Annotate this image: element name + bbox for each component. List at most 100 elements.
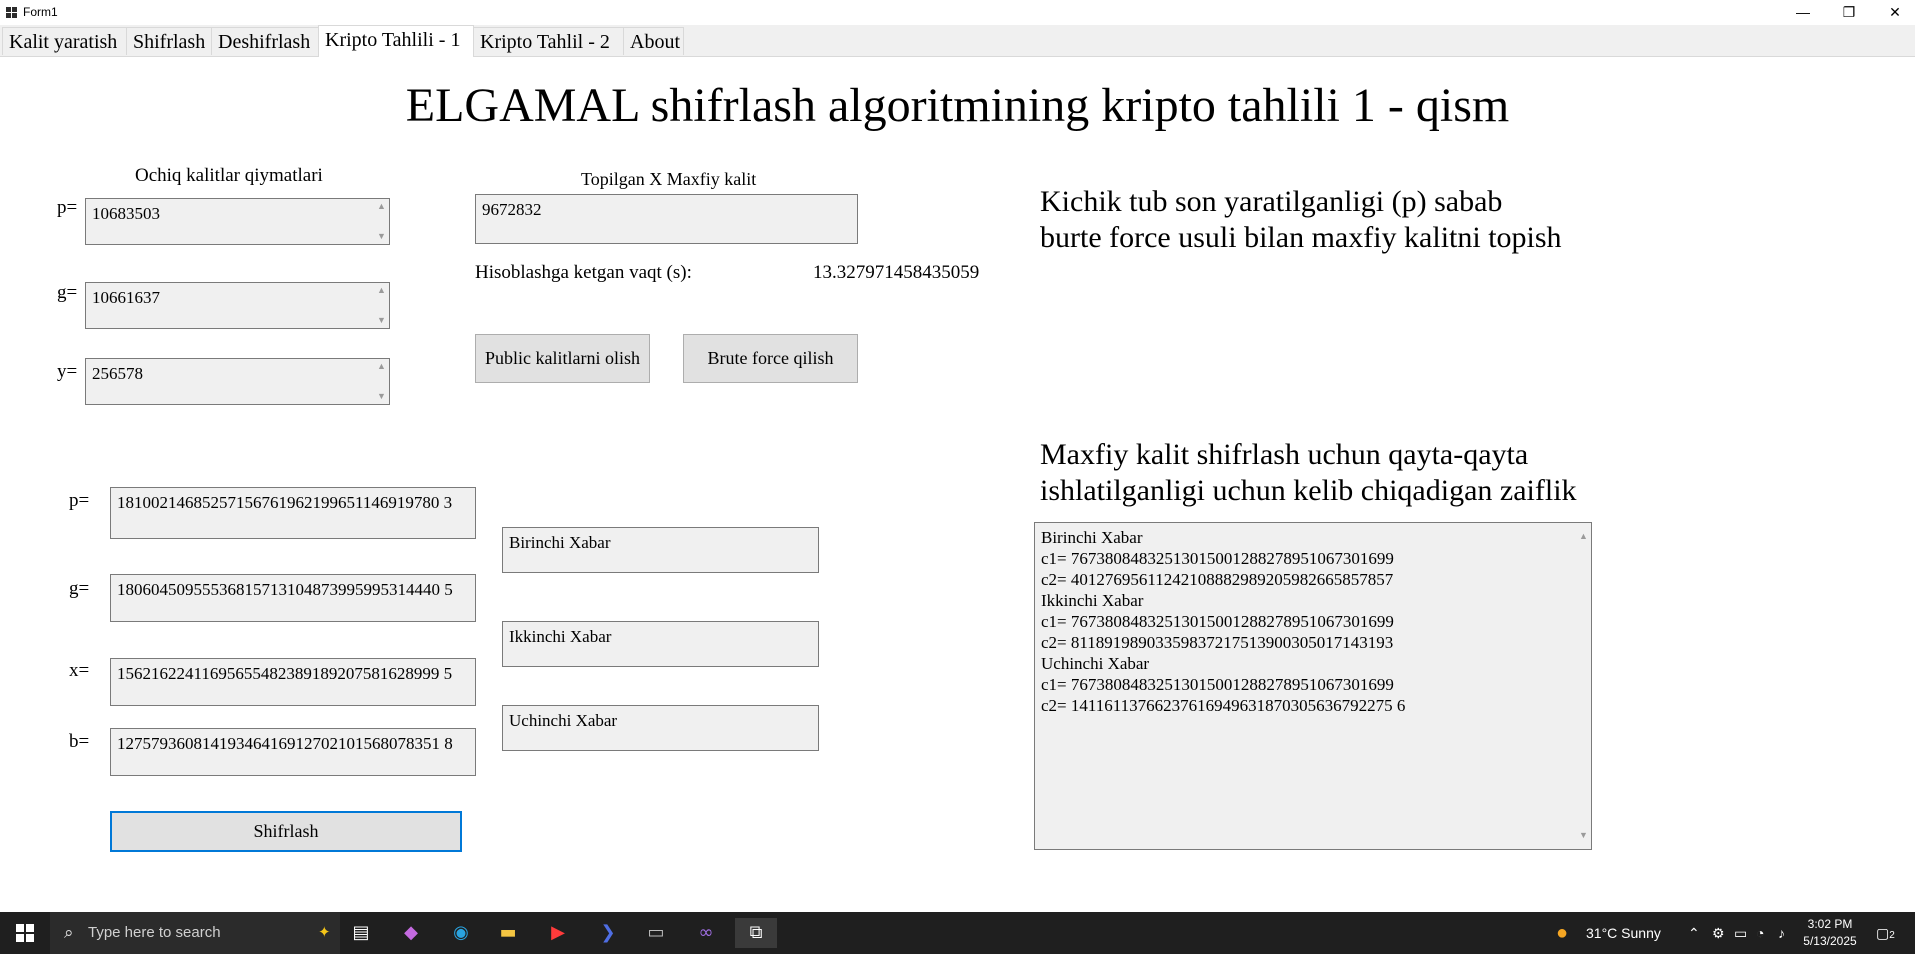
note-key-reuse-line2: ishlatilganligi uchun kelib chiqadigan z… (1040, 474, 1577, 507)
tab-kripto-tahlili-1[interactable]: Kripto Tahlili - 1 (318, 25, 474, 57)
weather-icon[interactable]: ● (1556, 912, 1568, 954)
param-g-label: g= (69, 578, 90, 599)
output-line: c2= 141161137662376169496318703056367922… (1041, 696, 1406, 715)
param-b-label: b= (69, 731, 90, 752)
tab-kripto-tahlil-2[interactable]: Kripto Tahlil - 2 (473, 27, 624, 55)
clock-time: 3:02 PM (1807, 917, 1853, 931)
public-y-field[interactable]: 256578 ▲ ▼ (85, 358, 390, 405)
public-p-value: 10683503 (92, 204, 160, 223)
visual-studio-icon[interactable]: ∞ (690, 918, 722, 948)
form-app-icon[interactable]: ⧉ (735, 918, 777, 948)
taskbar: ⌕ Type here to search ✦ ▤ ◆ ◉ ▬ ▶ ❯ ▭ ∞ … (0, 912, 1915, 954)
minimize-button[interactable]: — (1780, 0, 1826, 25)
g-label: g= (57, 282, 78, 303)
y-label: y= (57, 361, 78, 382)
found-key-title: Topilgan X Maxfiy kalit (581, 169, 757, 189)
task-view-icon[interactable]: ▤ (345, 918, 377, 948)
message-first-value: Birinchi Xabar (509, 533, 611, 552)
public-g-field[interactable]: 10661637 ▲ ▼ (85, 282, 390, 329)
found-key-value: 9672832 (482, 200, 542, 219)
telegram-icon[interactable]: ◉ (445, 918, 477, 948)
scroll-up-icon: ▲ (377, 201, 386, 211)
file-explorer-icon[interactable]: ▬ (492, 918, 524, 948)
output-line: c2= 401276956112421088829892059826658578… (1041, 570, 1394, 589)
param-p-field[interactable]: 18100214685257156761962199651146919780 3 (110, 487, 476, 539)
battery-icon[interactable]: ▭ (1734, 912, 1747, 954)
volume-icon[interactable]: ♪ (1778, 912, 1785, 954)
time-label: Hisoblashga ketgan vaqt (s): (475, 262, 692, 283)
note-small-prime-line2: burte force usuli bilan maxfiy kalitni t… (1040, 221, 1562, 254)
y-scroll[interactable]: ▲ ▼ (376, 362, 386, 401)
scroll-down-icon: ▼ (377, 391, 386, 401)
encrypt-button[interactable]: Shifrlash (110, 811, 462, 852)
public-p-field[interactable]: 10683503 ▲ ▼ (85, 198, 390, 245)
g-scroll[interactable]: ▲ ▼ (376, 286, 386, 325)
p-scroll[interactable]: ▲ ▼ (376, 202, 386, 241)
tray-chevron-icon[interactable]: ⌃ (1688, 912, 1700, 954)
clock[interactable]: 3:02 PM 5/13/2025 (1800, 916, 1860, 950)
param-g-value: 18060450955536815713104873995995314440 5 (117, 580, 453, 599)
param-b-value: 12757936081419346416912702101568078351 8 (117, 734, 453, 753)
found-key-field[interactable]: 9672832 (475, 194, 858, 244)
scroll-up-icon: ▲ (377, 285, 386, 295)
weather-text[interactable]: 31°C Sunny (1586, 912, 1661, 954)
param-x-value: 15621622411695655482389189207581628999 5 (117, 664, 453, 683)
page-title: ELGAMAL shifrlash algoritmining kripto t… (405, 79, 1510, 132)
copilot-sparkle-icon: ✦ (318, 924, 331, 941)
message-third-field[interactable]: Uchinchi Xabar (502, 705, 819, 751)
app-icon (6, 7, 17, 18)
taskbar-search[interactable]: ⌕ Type here to search ✦ (50, 912, 340, 954)
time-value: 13.327971458435059 (813, 262, 980, 283)
param-b-field[interactable]: 12757936081419346416912702101568078351 8 (110, 728, 476, 776)
output-line: c1= 767380848325130150012882789510673016… (1041, 612, 1394, 631)
message-second-value: Ikkinchi Xabar (509, 627, 612, 646)
note-small-prime-line1: Kichik tub son yaratilganligi (p) sabab (1040, 185, 1503, 218)
terminal-icon[interactable]: ▭ (640, 918, 672, 948)
tab-deshifrlash[interactable]: Deshifrlash (211, 27, 319, 55)
message-second-field[interactable]: Ikkinchi Xabar (502, 621, 819, 667)
scroll-down-icon: ▼ (377, 231, 386, 241)
tab-about[interactable]: About (623, 27, 684, 55)
output-line: Birinchi Xabar (1041, 528, 1143, 547)
scroll-up-icon: ▲ (1579, 531, 1588, 541)
output-textbox[interactable]: Birinchi Xabar c1= 767380848325130150012… (1034, 522, 1592, 850)
tray-app-icon[interactable]: ⚙ (1712, 912, 1725, 954)
param-x-label: x= (69, 660, 90, 681)
clock-date: 5/13/2025 (1803, 934, 1857, 948)
scroll-down-icon: ▼ (377, 315, 386, 325)
youtube-icon[interactable]: ▶ (542, 918, 574, 948)
scroll-down-icon: ▼ (1579, 830, 1588, 840)
output-line: c1= 767380848325130150012882789510673016… (1041, 549, 1394, 568)
powershell-icon[interactable]: ❯ (592, 918, 624, 948)
message-third-value: Uchinchi Xabar (509, 711, 618, 730)
close-button[interactable]: ✕ (1872, 0, 1915, 25)
output-scrollbar[interactable]: ▲ ▼ (1577, 526, 1589, 846)
get-public-keys-button[interactable]: Public kalitlarni olish (475, 334, 650, 383)
public-g-value: 10661637 (92, 288, 160, 307)
output-line: Ikkinchi Xabar (1041, 591, 1144, 610)
brute-force-button[interactable]: Brute force qilish (683, 334, 858, 383)
p-label: p= (57, 197, 78, 218)
search-placeholder: Type here to search (88, 924, 221, 941)
param-x-field[interactable]: 15621622411695655482389189207581628999 5 (110, 658, 476, 706)
restore-button[interactable]: ❐ (1826, 0, 1872, 25)
scroll-up-icon: ▲ (377, 361, 386, 371)
message-first-field[interactable]: Birinchi Xabar (502, 527, 819, 573)
tab-shifrlash[interactable]: Shifrlash (126, 27, 212, 55)
network-icon[interactable]: ◔ (1756, 912, 1764, 954)
param-p-value: 18100214685257156761962199651146919780 3 (117, 493, 453, 512)
notification-icon[interactable]: ▢2 (1876, 912, 1895, 954)
search-icon: ⌕ (64, 923, 74, 942)
start-windows-icon[interactable] (9, 918, 41, 948)
tab-kalit-yaratish[interactable]: Kalit yaratish (2, 27, 127, 55)
public-y-value: 256578 (92, 364, 143, 383)
param-p-label: p= (69, 490, 90, 511)
note-small-prime: Kichik tub son yaratilganligi (p) sabab … (1040, 184, 1562, 256)
output-line: c1= 767380848325130150012882789510673016… (1041, 675, 1394, 694)
output-line: Uchinchi Xabar (1041, 654, 1150, 673)
notification-count: 2 (1889, 930, 1895, 941)
copilot-icon[interactable]: ◆ (395, 918, 427, 948)
public-keys-title: Ochiq kalitlar qiymatlari (135, 165, 323, 186)
param-g-field[interactable]: 18060450955536815713104873995995314440 5 (110, 574, 476, 622)
title-bar: Form1 — ❐ ✕ (0, 0, 1915, 26)
